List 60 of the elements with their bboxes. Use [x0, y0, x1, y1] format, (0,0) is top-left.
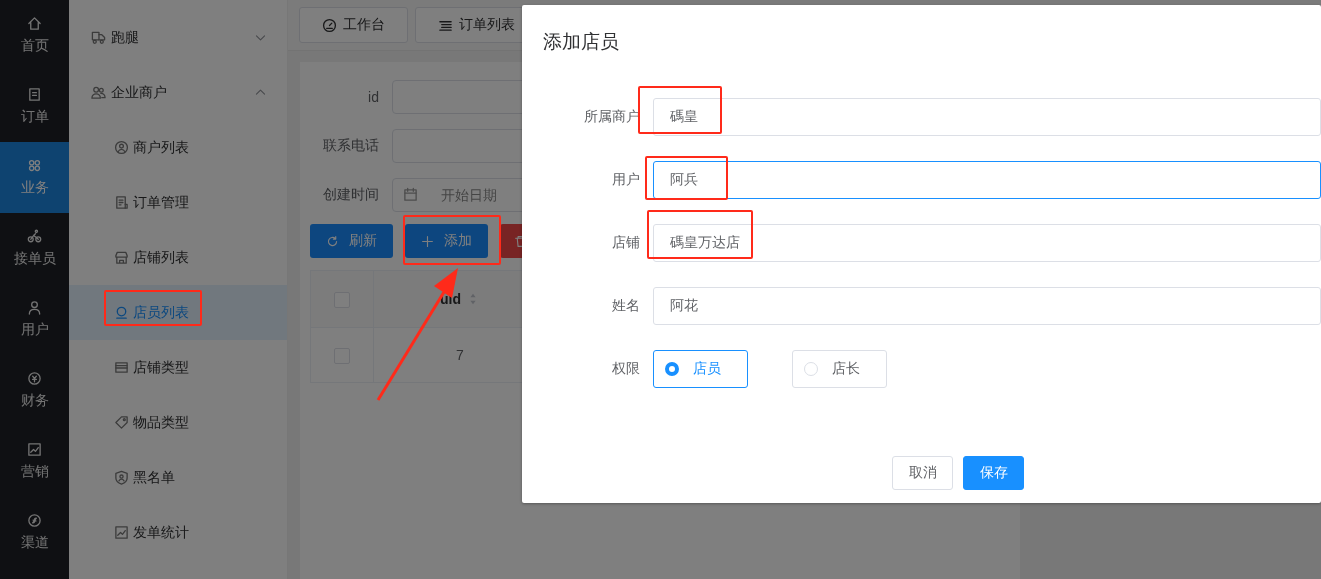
save-button[interactable]: 保存 [963, 456, 1024, 490]
nav-item[interactable]: 接单员 [0, 213, 69, 284]
person-circle-icon [114, 140, 129, 155]
refresh-button[interactable]: 刷新 [310, 224, 393, 258]
column-header[interactable]: uid [440, 291, 480, 307]
menu-item[interactable]: 商户列表 [69, 120, 287, 175]
field-label: 用户 [611, 171, 640, 189]
field-label: 店铺 [611, 234, 640, 252]
menu-item[interactable]: 店铺列表 [69, 230, 287, 285]
menu-item[interactable]: 订单管理 [69, 175, 287, 230]
menu-group[interactable]: 跑腿 [69, 10, 287, 65]
nav-item[interactable]: 财务 [0, 355, 69, 426]
cyclist-icon [27, 229, 42, 244]
store-icon [114, 250, 129, 265]
nav-item[interactable]: 用户 [0, 284, 69, 355]
shield-icon [114, 470, 129, 485]
person-icon [114, 305, 129, 320]
grid-icon [27, 158, 42, 173]
radio-option[interactable]: 店长 [792, 350, 887, 388]
field-label: 姓名 [611, 297, 640, 315]
radio-option[interactable]: 店员 [653, 350, 748, 388]
dialog-title: 添加店员 [542, 30, 620, 54]
nav-item[interactable]: 营销 [0, 426, 69, 497]
nav-item[interactable]: 首页 [0, 0, 69, 71]
table-cell: 7 [456, 347, 464, 363]
link-icon [27, 513, 42, 528]
menu-item[interactable]: 发单统计 [69, 505, 287, 560]
menu-item[interactable]: 黑名单 [69, 450, 287, 505]
tag-icon [114, 415, 129, 430]
field-label: 联系电话 [322, 137, 379, 155]
document-icon [114, 195, 129, 210]
field-label: id [367, 89, 379, 105]
chart-icon [27, 442, 42, 457]
plus-icon [421, 234, 434, 248]
field-label: 权限 [611, 360, 640, 378]
chart-icon [114, 525, 129, 540]
menu-item[interactable]: 物品类型 [69, 395, 287, 450]
add-button[interactable]: 添加 [405, 224, 488, 258]
document-icon [27, 87, 42, 102]
refresh-icon [326, 234, 339, 248]
cancel-button[interactable]: 取消 [892, 456, 953, 490]
coin-icon [27, 371, 42, 386]
field-label: 创建时间 [322, 186, 379, 204]
nav-item[interactable]: 渠道 [0, 497, 69, 568]
menu-item[interactable]: 店铺类型 [69, 340, 287, 395]
users-icon [91, 85, 106, 100]
input-field[interactable]: 阿花 [653, 287, 1321, 325]
menu-group[interactable]: 企业商户 [69, 65, 287, 120]
input-field[interactable]: 碼皇 [653, 98, 1321, 136]
input-field[interactable]: 阿兵 [653, 161, 1321, 199]
card-icon [114, 360, 129, 375]
nav-item[interactable]: 订单 [0, 71, 69, 142]
tab[interactable]: 工作台 [299, 7, 408, 43]
calendar-icon [403, 187, 418, 202]
input-field[interactable]: 碼皇万达店 [653, 224, 1321, 262]
user-icon [27, 300, 42, 315]
delivery-icon [91, 30, 106, 45]
home-icon [27, 16, 42, 31]
gauge-icon [322, 17, 337, 33]
nav-item[interactable]: 业务 [0, 142, 69, 213]
